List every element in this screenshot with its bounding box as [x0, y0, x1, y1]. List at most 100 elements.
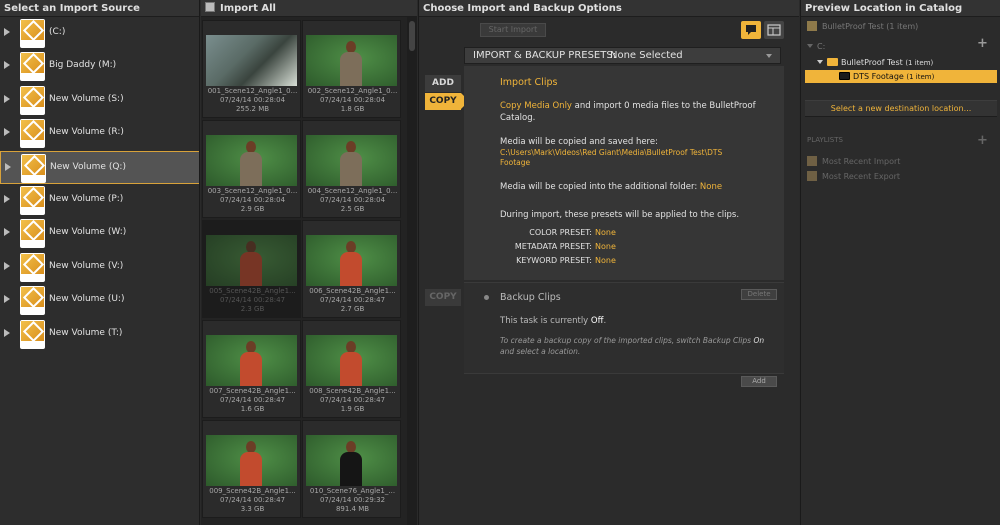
import-source-item[interactable]: New Volume (Q:) — [0, 150, 199, 184]
layout-view-icon[interactable] — [764, 21, 784, 39]
expand-arrow-icon[interactable] — [4, 94, 10, 103]
source-label: Big Daddy (M:) — [49, 60, 117, 71]
clip-date: 07/24/14 00:28:04 — [319, 96, 386, 104]
expand-arrow-icon[interactable] — [4, 328, 10, 337]
copy-media-only-link[interactable]: Copy Media Only — [500, 101, 572, 111]
drive-row[interactable]: C: — [801, 40, 1000, 53]
clip-thumbnail[interactable]: 001_Scene12_Angle1_0... 07/24/14 00:28:04… — [202, 20, 301, 118]
clip-name: 010_Scene76_Angle1_... — [309, 487, 396, 495]
destination-path-link[interactable]: C:\Users\Mark\Videos\Red Giant\Media\Bul… — [500, 148, 722, 168]
person-figure — [240, 141, 262, 186]
import-source-item[interactable]: New Volume (R:) — [0, 117, 199, 150]
drive-icon — [20, 85, 45, 115]
clip-thumbnail[interactable]: 009_Scene42B_Angle1... 07/24/14 00:28:47 3… — [202, 420, 301, 518]
backup-status-value: Off — [590, 316, 604, 326]
expand-arrow-icon[interactable] — [4, 228, 10, 237]
clip-preview-image — [206, 135, 297, 186]
clip-name: 009_Scene42B_Angle1... — [209, 487, 296, 495]
drive-icon — [20, 219, 45, 249]
import-source-item[interactable]: New Volume (P:) — [0, 184, 199, 217]
backup-hint-on: On — [753, 336, 765, 345]
folder-count: (1 item) — [905, 59, 934, 67]
backup-clips-task: Backup Clips Delete This task is current… — [464, 282, 784, 374]
keyword-preset-value[interactable]: None — [595, 255, 616, 266]
import-all-checkbox[interactable] — [205, 2, 215, 12]
additional-folder-value[interactable]: None — [700, 182, 722, 192]
add-task-button[interactable]: Add — [741, 376, 777, 387]
select-destination-button[interactable]: Select a new destination location... — [805, 100, 997, 117]
backup-hint-1: To create a backup copy of the imported … — [500, 336, 754, 345]
clip-thumbnail[interactable]: 002_Scene12_Angle1_0... 07/24/14 00:28:04… — [302, 20, 401, 118]
clip-info: 004_Scene12_Angle1_0... 07/24/14 00:28:04… — [306, 187, 399, 214]
expand-arrow-icon[interactable] — [4, 128, 10, 137]
import-source-item[interactable]: New Volume (U:) — [0, 284, 199, 317]
add-tab[interactable]: ADD — [425, 75, 461, 92]
expand-triangle-icon[interactable] — [807, 44, 813, 48]
expand-arrow-icon[interactable] — [4, 261, 10, 270]
import-source-item[interactable]: (C:) — [0, 17, 199, 50]
person-figure — [340, 141, 362, 186]
start-import-button[interactable]: Start Import — [480, 23, 546, 37]
delete-button[interactable]: Delete — [741, 289, 777, 300]
playlist-item[interactable]: Most Recent Import — [801, 155, 1000, 168]
comment-view-icon[interactable] — [741, 21, 761, 39]
folder-icon — [827, 58, 838, 66]
scrollbar-thumb[interactable] — [409, 21, 415, 51]
backup-clips-title: Backup Clips — [500, 292, 561, 303]
backup-status-suffix: . — [603, 316, 607, 326]
person-figure — [340, 341, 362, 386]
clip-size: 1.8 GB — [340, 105, 365, 113]
import-source-item[interactable]: New Volume (S:) — [0, 84, 199, 117]
catalog-row[interactable]: BulletProof Test (1 item) — [801, 20, 1000, 33]
folder-row-bulletproof[interactable]: BulletProof Test (1 item) — [801, 56, 1000, 69]
clip-thumbnail[interactable]: 006_Scene42B_Angle1... 07/24/14 00:28:47 2… — [302, 220, 401, 318]
expand-arrow-icon[interactable] — [4, 28, 10, 36]
clip-thumbnail[interactable]: 007_Scene42B_Angle1... 07/24/14 00:28:47 1… — [202, 320, 301, 418]
clip-thumbnail[interactable]: 004_Scene12_Angle1_0... 07/24/14 00:28:04… — [302, 120, 401, 218]
clip-thumbnail[interactable]: 003_Scene12_Angle1_0... 07/24/14 00:28:04… — [202, 120, 301, 218]
clip-size: 2.7 GB — [340, 305, 365, 313]
clip-thumbnail[interactable]: 005_Scene42B_Angle1... 07/24/14 00:28:47 2… — [202, 220, 301, 318]
color-preset-value[interactable]: None — [595, 227, 616, 238]
folder-row-dts-footage[interactable]: DTS Footage (1 item) — [805, 70, 997, 83]
expand-triangle-icon[interactable] — [817, 60, 823, 64]
import-source-item[interactable]: Big Daddy (M:) — [0, 50, 199, 83]
expand-arrow-icon[interactable] — [4, 61, 10, 70]
import-clips-task: Import Clips Copy Media Only and import … — [464, 66, 784, 280]
metadata-preset-value[interactable]: None — [595, 241, 616, 252]
expand-arrow-icon[interactable] — [5, 162, 11, 171]
additional-folder-label: Media will be copied into the additional… — [500, 182, 700, 192]
expand-arrow-icon[interactable] — [4, 295, 10, 304]
copy-tab[interactable]: COPY — [425, 93, 469, 110]
clip-date: 07/24/14 00:28:47 — [219, 296, 286, 304]
source-label: New Volume (U:) — [49, 294, 125, 305]
expand-arrow-icon[interactable] — [4, 195, 10, 203]
import-source-item[interactable]: New Volume (T:) — [0, 318, 199, 351]
add-location-icon[interactable]: + — [977, 36, 988, 51]
clip-info: 002_Scene12_Angle1_0... 07/24/14 00:28:04… — [306, 87, 399, 114]
source-label: New Volume (S:) — [49, 93, 124, 104]
import-all-bar: Import All — [201, 0, 417, 17]
source-label: New Volume (V:) — [49, 260, 124, 271]
playlist-item[interactable]: Most Recent Export — [801, 170, 1000, 183]
backup-status-dot-icon — [484, 295, 489, 300]
import-source-item[interactable]: New Volume (W:) — [0, 217, 199, 250]
clip-thumbnail[interactable]: 010_Scene76_Angle1_... 07/24/14 00:29:32 8… — [302, 420, 401, 518]
preview-location-header: Preview Location in Catalog — [801, 0, 1000, 17]
source-label: New Volume (T:) — [49, 327, 123, 338]
presets-dropdown[interactable]: IMPORT & BACKUP PRESETS: None Selected — [464, 47, 781, 64]
add-playlist-icon[interactable]: + — [977, 133, 988, 148]
drive-name: C: — [817, 42, 826, 51]
catalog-icon — [807, 21, 817, 31]
person-figure — [340, 41, 362, 86]
clip-thumbnail[interactable]: 008_Scene42B_Angle1... 07/24/14 00:28:47 1… — [302, 320, 401, 418]
clip-grid-scrollbar[interactable] — [407, 17, 417, 525]
import-source-item[interactable]: New Volume (V:) — [0, 251, 199, 284]
clip-preview-image — [306, 135, 397, 186]
import-source-header: Select an Import Source — [0, 0, 199, 17]
folder-name: BulletProof Test — [841, 58, 903, 67]
person-figure — [240, 341, 262, 386]
metadata-preset-label: METADATA PRESET: — [514, 242, 592, 251]
drive-icon — [20, 52, 45, 82]
source-label: New Volume (Q:) — [50, 161, 126, 172]
